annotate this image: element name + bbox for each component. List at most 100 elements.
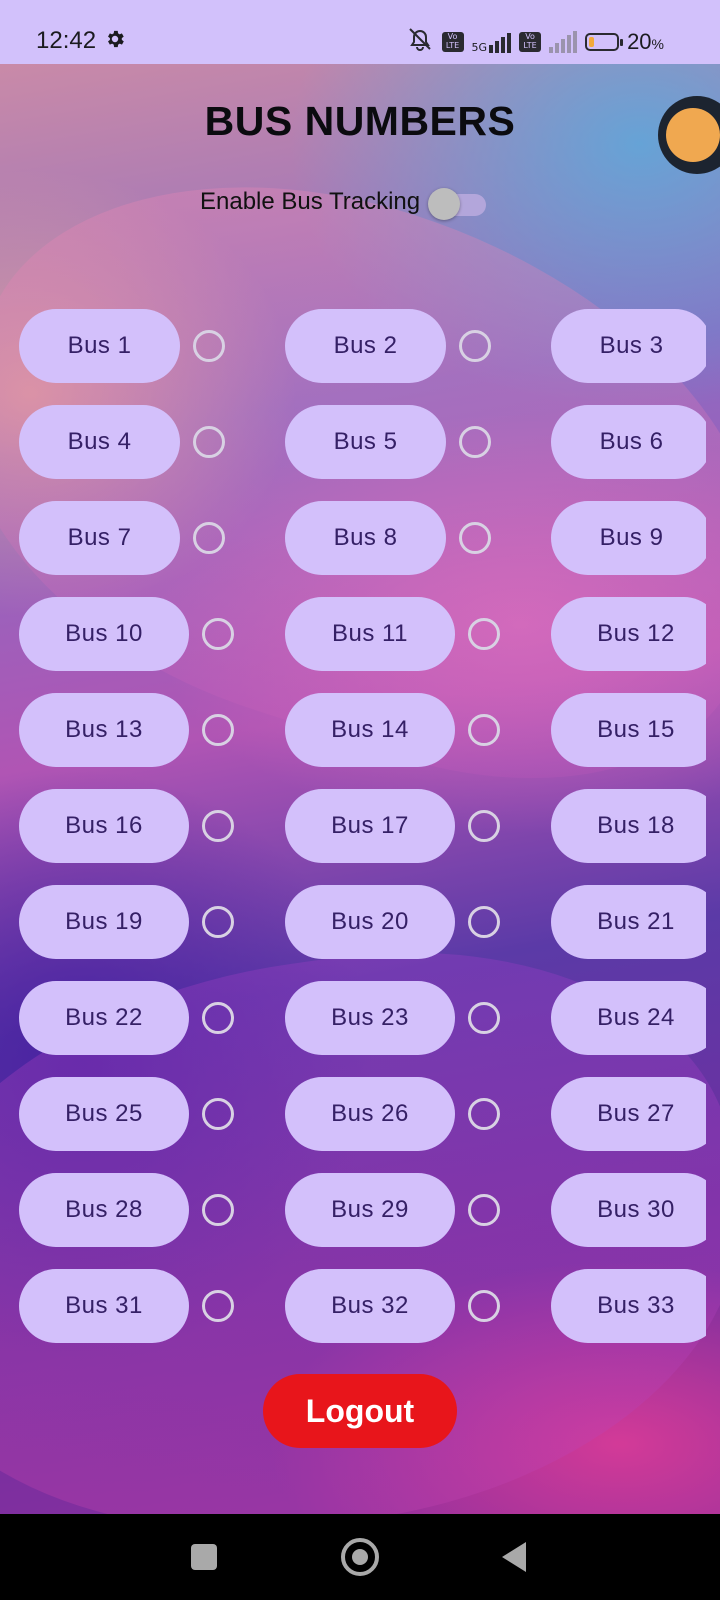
bus-button[interactable]: Bus 13 bbox=[19, 693, 189, 767]
bus-radio[interactable] bbox=[202, 714, 234, 746]
bus-button[interactable]: Bus 9 bbox=[551, 501, 706, 575]
bus-item: Bus 11 bbox=[285, 597, 500, 671]
bus-item: Bus 23 bbox=[285, 981, 500, 1055]
status-time: 12:42 bbox=[36, 27, 97, 54]
tracking-row: Enable Bus Tracking bbox=[200, 184, 488, 220]
bus-button[interactable]: Bus 27 bbox=[551, 1077, 706, 1151]
bus-radio[interactable] bbox=[202, 1002, 234, 1034]
bus-button[interactable]: Bus 26 bbox=[285, 1077, 455, 1151]
toggle-thumb bbox=[428, 188, 461, 220]
bus-button[interactable]: Bus 31 bbox=[19, 1269, 189, 1343]
bus-radio[interactable] bbox=[459, 522, 491, 554]
bus-button[interactable]: Bus 33 bbox=[551, 1269, 706, 1343]
gear-icon bbox=[104, 28, 126, 55]
bus-button[interactable]: Bus 19 bbox=[19, 885, 189, 959]
bus-button[interactable]: Bus 5 bbox=[285, 405, 446, 479]
bus-button[interactable]: Bus 23 bbox=[285, 981, 455, 1055]
signal-icon-2 bbox=[549, 30, 578, 53]
bus-item: Bus 14 bbox=[285, 693, 500, 767]
bus-item: Bus 22 bbox=[19, 981, 234, 1055]
bus-item: Bus 17 bbox=[285, 789, 500, 863]
mute-icon bbox=[406, 26, 434, 57]
bus-item: Bus 12 bbox=[551, 597, 706, 671]
bus-radio[interactable] bbox=[202, 618, 234, 650]
bus-radio[interactable] bbox=[459, 426, 491, 458]
bus-item: Bus 18 bbox=[551, 789, 706, 863]
bus-radio[interactable] bbox=[468, 618, 500, 650]
bus-button[interactable]: Bus 12 bbox=[551, 597, 706, 671]
bus-radio[interactable] bbox=[468, 906, 500, 938]
app-content: BUS NUMBERS Enable Bus Tracking Bus 1 Bus… bbox=[0, 64, 720, 1514]
bus-radio[interactable] bbox=[202, 1194, 234, 1226]
bus-grid[interactable]: Bus 1 Bus 2 Bus 3 Bus 4 Bus 5 Bus 6 Bus 7 Bus 8… bbox=[0, 309, 706, 1402]
bus-radio[interactable] bbox=[202, 1098, 234, 1130]
bus-item: Bus 24 bbox=[551, 981, 706, 1055]
floating-bubble-icon bbox=[666, 108, 720, 162]
home-icon[interactable] bbox=[341, 1538, 379, 1576]
bus-button[interactable]: Bus 29 bbox=[285, 1173, 455, 1247]
bus-button[interactable]: Bus 21 bbox=[551, 885, 706, 959]
bus-button[interactable]: Bus 25 bbox=[19, 1077, 189, 1151]
bus-radio[interactable] bbox=[202, 810, 234, 842]
bus-button[interactable]: Bus 1 bbox=[19, 309, 180, 383]
bus-button[interactable]: Bus 18 bbox=[551, 789, 706, 863]
back-icon[interactable] bbox=[502, 1542, 526, 1572]
bus-item: Bus 5 bbox=[285, 405, 491, 479]
bus-item: Bus 9 bbox=[551, 501, 706, 575]
bus-button[interactable]: Bus 11 bbox=[285, 597, 455, 671]
bus-button[interactable]: Bus 4 bbox=[19, 405, 180, 479]
bus-button[interactable]: Bus 17 bbox=[285, 789, 455, 863]
bus-button[interactable]: Bus 10 bbox=[19, 597, 189, 671]
bus-radio[interactable] bbox=[459, 330, 491, 362]
tracking-toggle[interactable] bbox=[428, 184, 488, 220]
bus-item: Bus 32 bbox=[285, 1269, 500, 1343]
bus-button[interactable]: Bus 2 bbox=[285, 309, 446, 383]
bus-item: Bus 6 bbox=[551, 405, 706, 479]
page-title: BUS NUMBERS bbox=[204, 98, 516, 144]
bus-radio[interactable] bbox=[468, 714, 500, 746]
bus-radio[interactable] bbox=[193, 426, 225, 458]
battery-percent: 20% bbox=[627, 29, 664, 55]
bus-radio[interactable] bbox=[468, 1290, 500, 1322]
bus-button[interactable]: Bus 28 bbox=[19, 1173, 189, 1247]
bus-button[interactable]: Bus 22 bbox=[19, 981, 189, 1055]
bus-button[interactable]: Bus 32 bbox=[285, 1269, 455, 1343]
bus-item: Bus 28 bbox=[19, 1173, 234, 1247]
bus-item: Bus 7 bbox=[19, 501, 225, 575]
bus-item: Bus 30 bbox=[551, 1173, 706, 1247]
bus-item: Bus 21 bbox=[551, 885, 706, 959]
bus-item: Bus 26 bbox=[285, 1077, 500, 1151]
bus-button[interactable]: Bus 8 bbox=[285, 501, 446, 575]
bus-radio[interactable] bbox=[193, 522, 225, 554]
bus-item: Bus 29 bbox=[285, 1173, 500, 1247]
bus-radio[interactable] bbox=[468, 1194, 500, 1226]
bus-item: Bus 27 bbox=[551, 1077, 706, 1151]
bus-button[interactable]: Bus 20 bbox=[285, 885, 455, 959]
floating-bubble[interactable] bbox=[658, 96, 720, 174]
bus-button[interactable]: Bus 30 bbox=[551, 1173, 706, 1247]
bus-item: Bus 15 bbox=[551, 693, 706, 767]
signal-icon: 5G bbox=[472, 31, 512, 53]
bus-button[interactable]: Bus 14 bbox=[285, 693, 455, 767]
bus-radio[interactable] bbox=[202, 906, 234, 938]
bus-button[interactable]: Bus 15 bbox=[551, 693, 706, 767]
bus-radio[interactable] bbox=[202, 1290, 234, 1322]
bus-button[interactable]: Bus 6 bbox=[551, 405, 706, 479]
bus-button[interactable]: Bus 7 bbox=[19, 501, 180, 575]
recents-icon[interactable] bbox=[191, 1544, 217, 1570]
bus-item: Bus 10 bbox=[19, 597, 234, 671]
bus-radio[interactable] bbox=[468, 1098, 500, 1130]
battery-fill bbox=[589, 36, 595, 47]
bus-item: Bus 13 bbox=[19, 693, 234, 767]
battery-unit: % bbox=[651, 35, 664, 52]
status-bar: 12:42 Vo LTE 5G Vo LTE 20% bbox=[0, 0, 720, 64]
signal-bars-1 bbox=[489, 31, 512, 53]
bus-radio[interactable] bbox=[468, 1002, 500, 1034]
bus-radio[interactable] bbox=[468, 810, 500, 842]
bus-item: Bus 8 bbox=[285, 501, 491, 575]
bus-button[interactable]: Bus 16 bbox=[19, 789, 189, 863]
bus-radio[interactable] bbox=[193, 330, 225, 362]
bus-button[interactable]: Bus 24 bbox=[551, 981, 706, 1055]
bus-button[interactable]: Bus 3 bbox=[551, 309, 706, 383]
logout-button[interactable]: Logout bbox=[263, 1374, 457, 1448]
